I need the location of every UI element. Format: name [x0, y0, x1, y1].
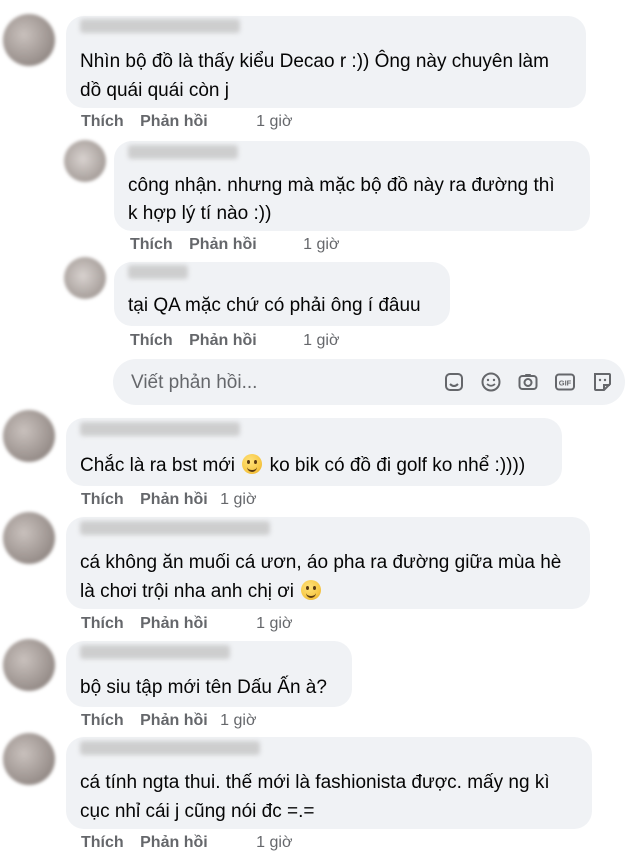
comment-text-line: cục nhỉ cái j cũng nói đc =.=	[80, 801, 315, 822]
commenter-name-redacted[interactable]	[80, 741, 260, 755]
commenter-name-redacted[interactable]	[128, 145, 238, 159]
comment-actions: Thích Phản hồi 1 giờ	[81, 834, 292, 852]
reply-input[interactable]	[129, 367, 433, 399]
comment-text-line: k hợp lý tí nào :))	[128, 203, 272, 224]
comment-bubble: cá không ăn muối cá ươn, áo pha ra đường…	[66, 517, 590, 609]
comment-text-line: Nhìn bộ đồ là thấy kiểu Decao r :)) Ông …	[80, 51, 549, 72]
comment-actions: Thích Phản hồi 1 giờ	[81, 615, 292, 633]
comment-actions: Thích Phản hồi 1 giờ	[130, 332, 339, 350]
commenter-avatar[interactable]	[3, 512, 55, 564]
comment-bubble: Nhìn bộ đồ là thấy kiểu Decao r :)) Ông …	[66, 16, 586, 108]
smiling-face-emoji-icon	[301, 580, 322, 600]
comment-bubble: tại QA mặc chứ có phải ông í đâuu	[114, 262, 450, 326]
comment-time[interactable]: 1 giờ	[303, 236, 339, 253]
like-button[interactable]: Thích	[81, 834, 124, 851]
comment-time[interactable]: 1 giờ	[256, 834, 292, 851]
comment-actions: Thích Phản hồi 1 giờ	[81, 113, 292, 131]
like-button[interactable]: Thích	[81, 615, 124, 632]
comment-text-line: cá tính ngta thui. thế mới là fashionist…	[80, 772, 550, 793]
comment-actions: Thích Phản hồi 1 giờ	[81, 712, 256, 730]
reply-button[interactable]: Phản hồi	[189, 236, 257, 253]
comment-time[interactable]: 1 giờ	[303, 332, 339, 349]
grinning-face-emoji-icon	[242, 454, 263, 474]
comment-text-line: Chắc là ra bst mới ko bik có đồ đi golf …	[80, 451, 525, 480]
like-button[interactable]: Thích	[81, 491, 124, 508]
comment-time[interactable]: 1 giờ	[256, 113, 292, 130]
sticker-icon[interactable]	[443, 371, 465, 393]
comment-bubble: bộ siu tập mới tên Dấu Ấn à?	[66, 641, 352, 707]
reply-button[interactable]: Phản hồi	[140, 712, 208, 729]
comment-text-line: cá không ăn muối cá ươn, áo pha ra đường…	[80, 552, 562, 573]
like-button[interactable]: Thích	[130, 236, 173, 253]
comment-bubble: công nhận. nhưng mà mặc bộ đồ này ra đườ…	[114, 141, 590, 231]
comment-bubble: cá tính ngta thui. thế mới là fashionist…	[66, 737, 592, 829]
comment-time[interactable]: 1 giờ	[220, 491, 256, 508]
commenter-name-redacted[interactable]	[128, 265, 188, 279]
comment-actions: Thích Phản hồi 1 giờ	[81, 491, 256, 509]
comment-time[interactable]: 1 giờ	[256, 615, 292, 632]
comment-text-line: tại QA mặc chứ có phải ông í đâuu	[128, 295, 421, 316]
like-button[interactable]: Thích	[130, 332, 173, 349]
camera-icon[interactable]	[517, 371, 539, 393]
commenter-avatar[interactable]	[64, 257, 106, 299]
svg-text:GIF: GIF	[559, 379, 572, 388]
commenter-avatar[interactable]	[3, 14, 55, 66]
comment-bubble: Chắc là ra bst mới ko bik có đồ đi golf …	[66, 418, 562, 486]
comment-text-line: công nhận. nhưng mà mặc bộ đồ này ra đườ…	[128, 175, 555, 196]
commenter-name-redacted[interactable]	[80, 521, 270, 535]
commenter-avatar[interactable]	[3, 733, 55, 785]
comment-text-after-emoji: ko bik có đồ đi golf ko nhể :))))	[269, 455, 526, 476]
comment-text-line: là chơi trội nha anh chị ơi	[80, 577, 323, 606]
reply-button[interactable]: Phản hồi	[140, 615, 208, 632]
commenter-name-redacted[interactable]	[80, 422, 240, 436]
commenter-avatar[interactable]	[3, 639, 55, 691]
commenter-name-redacted[interactable]	[80, 645, 230, 659]
reply-button[interactable]: Phản hồi	[189, 332, 257, 349]
reply-button[interactable]: Phản hồi	[140, 834, 208, 851]
like-button[interactable]: Thích	[81, 712, 124, 729]
comment-text: là chơi trội nha anh chị ơi	[80, 581, 294, 602]
commenter-avatar[interactable]	[64, 140, 106, 182]
comment-text-before-emoji: Chắc là ra bst mới	[80, 455, 236, 476]
commenter-avatar[interactable]	[3, 410, 55, 462]
commenter-name-redacted[interactable]	[80, 19, 240, 33]
comment-time[interactable]: 1 giờ	[220, 712, 256, 729]
comment-actions: Thích Phản hồi 1 giờ	[130, 236, 339, 254]
reply-button[interactable]: Phản hồi	[140, 113, 208, 130]
avatar-sticker-icon[interactable]	[591, 371, 613, 393]
reply-button[interactable]: Phản hồi	[140, 491, 208, 508]
emoji-icon[interactable]	[480, 371, 502, 393]
comment-text-line: dồ quái quái còn j	[80, 80, 229, 101]
comment-text-line: bộ siu tập mới tên Dấu Ấn à?	[80, 677, 327, 698]
gif-icon[interactable]: GIF	[554, 371, 576, 393]
reply-composer: GIF	[113, 359, 625, 405]
like-button[interactable]: Thích	[81, 113, 124, 130]
